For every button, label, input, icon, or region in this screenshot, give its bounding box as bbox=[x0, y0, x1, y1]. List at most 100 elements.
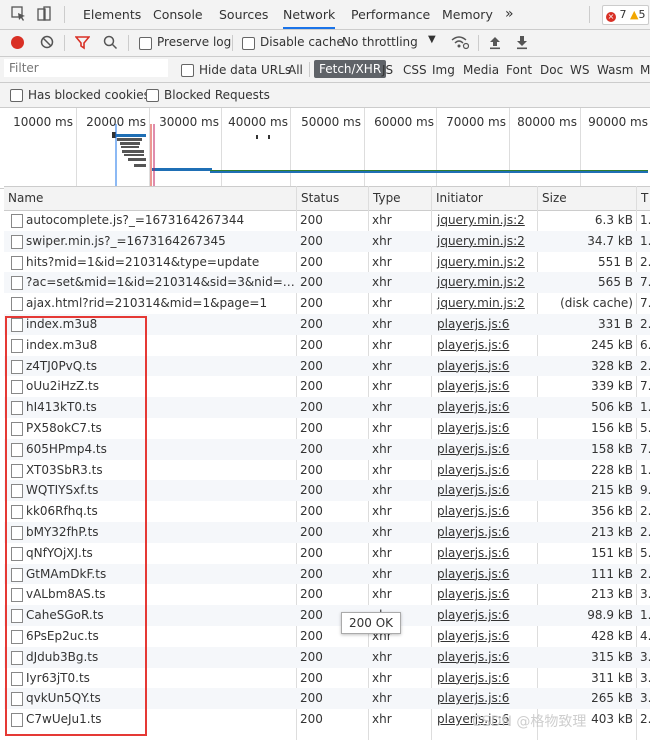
chevron-down-icon[interactable]: ▼ bbox=[428, 34, 436, 45]
tab-performance[interactable]: Performance bbox=[351, 0, 430, 29]
request-initiator-link[interactable]: playerjs.js:6 bbox=[433, 626, 537, 647]
request-name[interactable]: autocomplete.js?_=1673164267344 bbox=[22, 210, 296, 231]
table-row[interactable]: ajax.html?rid=210314&mid=1&page=1 200 xhr j… bbox=[4, 293, 650, 314]
table-row[interactable]: autocomplete.js?_=1673164267344 200 xhr jqu… bbox=[4, 210, 650, 231]
search-icon[interactable] bbox=[103, 35, 118, 50]
request-size: 6.3 kB bbox=[594, 213, 633, 227]
tab-memory[interactable]: Memory bbox=[442, 0, 493, 29]
request-size: 228 kB bbox=[591, 462, 633, 477]
request-initiator-link[interactable]: jquery.min.js:2 bbox=[433, 231, 537, 252]
request-initiator-link[interactable]: playerjs.js:6 bbox=[433, 314, 537, 335]
request-initiator-link[interactable]: playerjs.js:6 bbox=[433, 688, 537, 709]
import-har-icon[interactable] bbox=[488, 35, 502, 50]
request-initiator-link[interactable]: playerjs.js:6 bbox=[433, 356, 537, 377]
column-header-name[interactable]: Name bbox=[4, 187, 43, 210]
device-toolbar-icon[interactable] bbox=[36, 6, 52, 22]
blocked-cookies-label[interactable]: Has blocked cookies bbox=[28, 88, 150, 102]
request-time: 2. bbox=[640, 566, 650, 581]
request-time: 3. bbox=[640, 587, 650, 602]
request-status: 200 bbox=[300, 296, 323, 311]
filter-type-wasm[interactable]: Wasm bbox=[597, 63, 633, 77]
preserve-log-label[interactable]: Preserve log bbox=[157, 35, 231, 49]
request-initiator-link[interactable]: playerjs.js:6 bbox=[433, 564, 537, 585]
network-conditions-icon[interactable] bbox=[451, 35, 469, 50]
column-header-status[interactable]: Status bbox=[296, 187, 339, 210]
request-type: xhr bbox=[372, 670, 392, 685]
filter-type-fetch-xhr[interactable]: Fetch/XHR bbox=[314, 60, 387, 78]
request-initiator-link[interactable]: playerjs.js:6 bbox=[433, 460, 537, 481]
issues-counter[interactable]: × 7 ▲5 bbox=[602, 5, 650, 25]
disable-cache-label[interactable]: Disable cache bbox=[260, 35, 344, 49]
filter-type-manifest[interactable]: M bbox=[640, 63, 650, 77]
export-har-icon[interactable] bbox=[515, 35, 529, 50]
warning-count: 5 bbox=[638, 8, 646, 21]
tab-network[interactable]: Network bbox=[283, 0, 336, 29]
request-name[interactable]: ajax.html?rid=210314&mid=1&page=1 bbox=[22, 293, 296, 314]
request-initiator-link[interactable]: jquery.min.js:2 bbox=[433, 272, 537, 293]
request-initiator-link[interactable]: jquery.min.js:2 bbox=[433, 293, 537, 314]
blocked-cookies-checkbox[interactable] bbox=[10, 89, 23, 102]
request-name[interactable]: swiper.min.js?_=1673164267345 bbox=[22, 231, 296, 252]
filter-type-css[interactable]: CSS bbox=[403, 63, 427, 77]
network-overview-timeline[interactable]: 10000 ms 20000 ms 30000 ms 40000 ms 5000… bbox=[0, 108, 650, 189]
tab-sources[interactable]: Sources bbox=[219, 0, 268, 29]
request-size: 158 kB bbox=[591, 441, 633, 456]
filter-type-doc[interactable]: Doc bbox=[540, 63, 563, 77]
request-type: xhr bbox=[372, 358, 392, 373]
throttling-select[interactable]: No throttling bbox=[342, 35, 418, 49]
request-initiator-link[interactable]: playerjs.js:6 bbox=[433, 605, 537, 626]
column-header-time[interactable]: T bbox=[636, 187, 648, 210]
request-initiator-link[interactable]: playerjs.js:6 bbox=[433, 647, 537, 668]
request-type: xhr bbox=[372, 441, 392, 456]
filter-type-media[interactable]: Media bbox=[463, 63, 499, 77]
request-initiator-link[interactable]: playerjs.js:6 bbox=[433, 501, 537, 522]
request-initiator-link[interactable]: playerjs.js:6 bbox=[433, 543, 537, 564]
clear-icon[interactable] bbox=[40, 35, 54, 49]
request-initiator-link[interactable]: playerjs.js:6 bbox=[433, 480, 537, 501]
table-row[interactable]: ?ac=set&mid=1&id=210314&sid=3&nid=1&ty..… bbox=[4, 272, 650, 294]
filter-type-all[interactable]: All bbox=[288, 63, 303, 77]
request-initiator-link[interactable]: playerjs.js:6 bbox=[433, 584, 537, 605]
hide-data-urls-label[interactable]: Hide data URLs bbox=[199, 63, 291, 77]
column-header-initiator[interactable]: Initiator bbox=[431, 187, 483, 210]
request-initiator-link[interactable]: playerjs.js:6 bbox=[433, 668, 537, 689]
request-status: 200 bbox=[300, 483, 323, 498]
record-icon[interactable] bbox=[11, 36, 24, 49]
request-status: 200 bbox=[300, 524, 323, 539]
request-time: 4. bbox=[640, 628, 650, 643]
request-time: 7. bbox=[640, 296, 650, 311]
filter-type-img[interactable]: Img bbox=[432, 63, 455, 77]
request-initiator-link[interactable]: jquery.min.js:2 bbox=[433, 252, 537, 273]
column-header-type[interactable]: Type bbox=[368, 187, 401, 210]
tab-elements[interactable]: Elements bbox=[83, 0, 141, 29]
request-initiator-link[interactable]: playerjs.js:6 bbox=[433, 335, 537, 356]
request-initiator-link[interactable]: playerjs.js:6 bbox=[433, 418, 537, 439]
request-status: 200 bbox=[300, 233, 323, 248]
filter-type-js[interactable]: JS bbox=[382, 63, 393, 77]
request-initiator-link[interactable]: playerjs.js:6 bbox=[433, 376, 537, 397]
request-name[interactable]: ?ac=set&mid=1&id=210314&sid=3&nid=1&ty..… bbox=[22, 272, 296, 293]
more-tabs-button[interactable]: » bbox=[505, 0, 514, 29]
request-initiator-link[interactable]: playerjs.js:6 bbox=[433, 522, 537, 543]
filter-type-ws[interactable]: WS bbox=[570, 63, 589, 77]
table-row[interactable]: hits?mid=1&id=210314&type=update 200 xhr jq… bbox=[4, 252, 650, 273]
hide-data-urls-checkbox[interactable] bbox=[181, 64, 194, 77]
tab-console[interactable]: Console bbox=[153, 0, 203, 29]
request-initiator-link[interactable]: jquery.min.js:2 bbox=[433, 210, 537, 231]
filter-input[interactable] bbox=[4, 59, 168, 77]
column-header-size[interactable]: Size bbox=[537, 187, 567, 210]
filter-type-font[interactable]: Font bbox=[506, 63, 532, 77]
filter-icon[interactable] bbox=[75, 35, 90, 50]
preserve-log-checkbox[interactable] bbox=[139, 37, 152, 50]
request-initiator-link[interactable]: playerjs.js:6 bbox=[433, 439, 537, 460]
request-size: 34.7 kB bbox=[587, 233, 633, 248]
inspect-element-icon[interactable] bbox=[11, 6, 27, 22]
request-type: xhr bbox=[372, 337, 392, 352]
blocked-requests-checkbox[interactable] bbox=[146, 89, 159, 102]
request-name[interactable]: hits?mid=1&id=210314&type=update bbox=[22, 252, 296, 273]
request-initiator-link[interactable]: playerjs.js:6 bbox=[433, 397, 537, 418]
table-row[interactable]: swiper.min.js?_=1673164267345 200 xhr jquer… bbox=[4, 230, 650, 252]
request-status: 200 bbox=[300, 275, 323, 290]
disable-cache-checkbox[interactable] bbox=[242, 37, 255, 50]
blocked-requests-label[interactable]: Blocked Requests bbox=[164, 88, 270, 102]
